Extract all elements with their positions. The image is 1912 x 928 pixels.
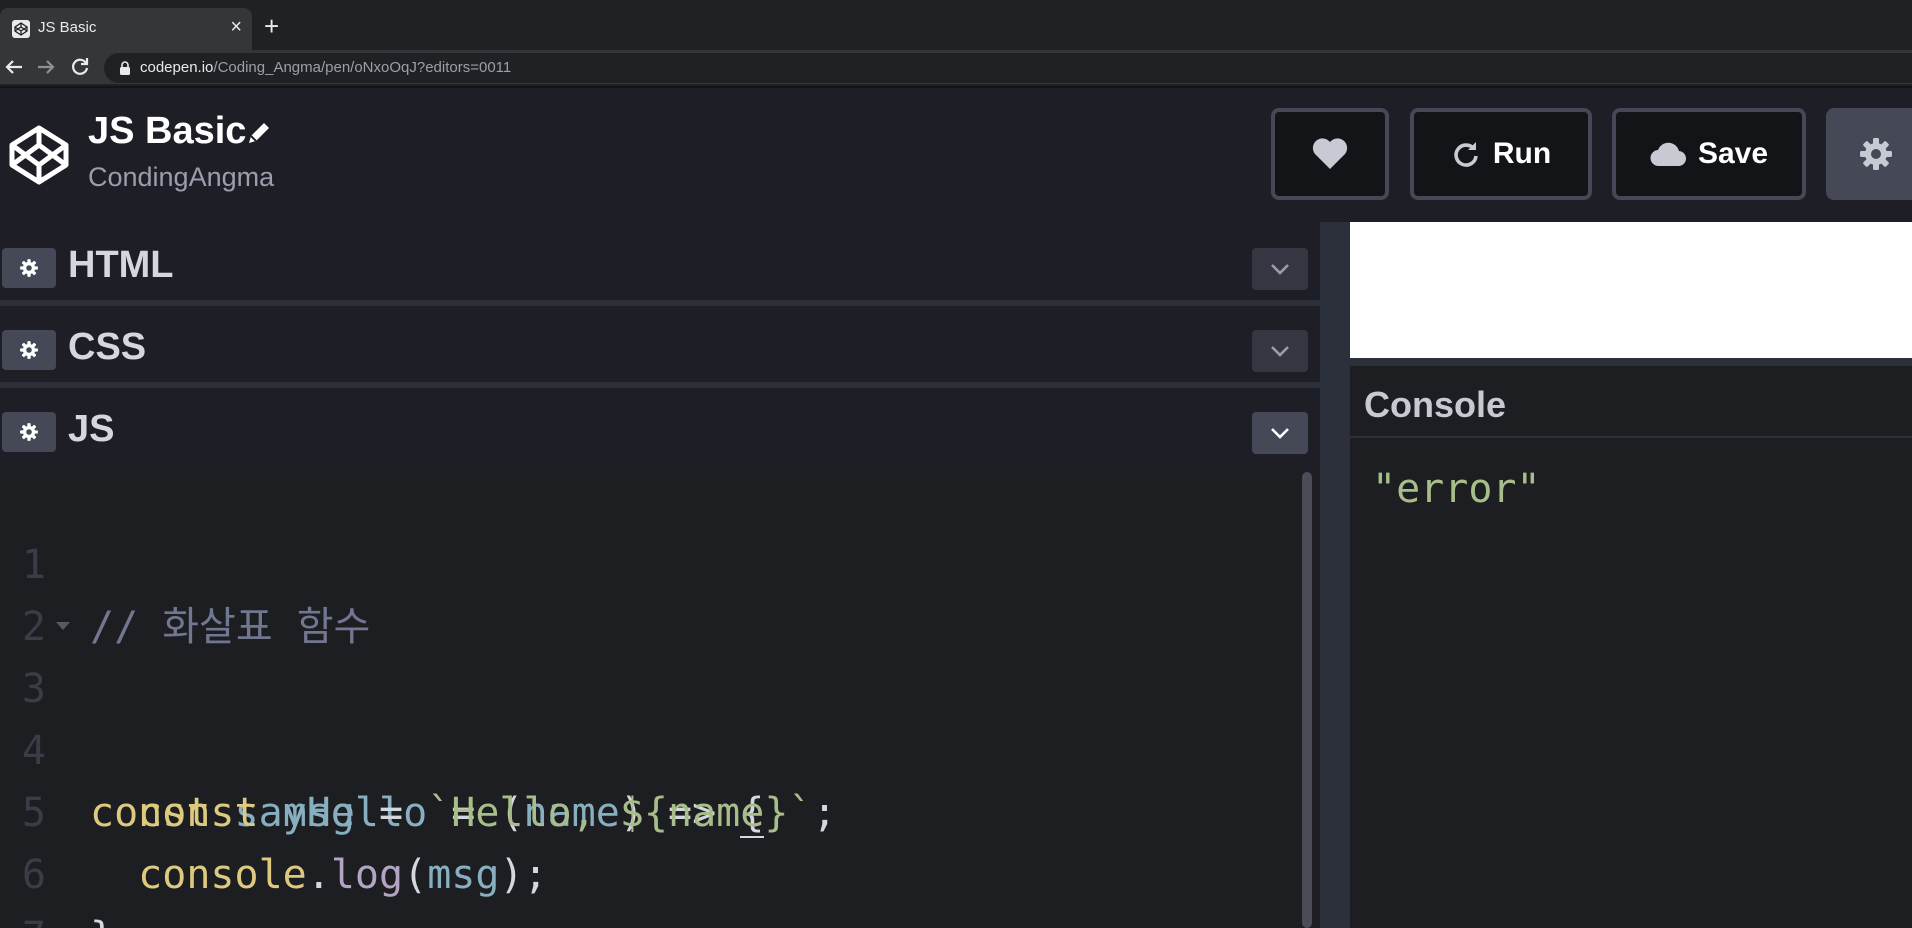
html-settings-button[interactable]: [2, 248, 56, 288]
code-line: 1 // 화살표 함수: [0, 472, 1300, 650]
cloud-icon: [1650, 142, 1686, 167]
heart-button[interactable]: [1271, 108, 1389, 200]
gear-icon: [20, 341, 38, 359]
js-editor-title: JS: [68, 408, 115, 450]
gear-icon: [20, 423, 38, 441]
codepen-favicon-icon: [12, 20, 30, 38]
save-button[interactable]: Save: [1612, 108, 1806, 200]
css-editor-title: CSS: [68, 326, 147, 368]
tab-title: JS Basic: [38, 19, 97, 36]
pen-title: JS Basic: [88, 110, 247, 152]
css-collapse-button[interactable]: [1252, 330, 1308, 372]
back-arrow-icon[interactable]: [2, 55, 26, 79]
code-line: 6 };: [0, 782, 1300, 928]
code-line: 5 console.log(msg);: [0, 720, 1300, 898]
js-collapse-button[interactable]: [1252, 412, 1308, 454]
reload-icon[interactable]: [68, 55, 92, 79]
run-label: Run: [1492, 137, 1552, 170]
run-button[interactable]: Run: [1410, 108, 1592, 200]
forward-arrow-icon[interactable]: [34, 55, 58, 79]
js-settings-button[interactable]: [2, 412, 56, 452]
gear-icon: [20, 259, 38, 277]
new-tab-button[interactable]: +: [264, 13, 279, 39]
browser-tab-strip: JS Basic × +: [0, 0, 1912, 50]
browser-toolbar: codepen.io/Coding_Angma/pen/oNxoOqJ?edit…: [0, 50, 1912, 86]
console-title: Console: [1364, 384, 1507, 425]
code-line: 4 const msg = `Hello, ${name}`;: [0, 658, 1300, 836]
chevron-down-icon: [1271, 264, 1289, 275]
fold-arrow-icon[interactable]: [54, 596, 72, 658]
pane-resizer[interactable]: [1320, 222, 1350, 928]
url-text: codepen.io/Coding_Angma/pen/oNxoOqJ?edit…: [140, 59, 511, 76]
editor-scrollbar[interactable]: [1302, 472, 1312, 928]
codepen-header: JS Basic CondingAngma Run Save: [0, 88, 1912, 222]
console-resize-bar[interactable]: [1350, 358, 1912, 366]
js-editor-header[interactable]: JS: [0, 394, 1320, 464]
settings-button[interactable]: [1826, 108, 1912, 200]
console-output: "error": [1372, 466, 1541, 512]
css-editor-header[interactable]: CSS: [0, 312, 1320, 388]
js-code-editor[interactable]: 1 // 화살표 함수 2 3 const sayHello = (name) …: [0, 468, 1320, 928]
browser-tab[interactable]: JS Basic ×: [0, 8, 252, 50]
result-preview[interactable]: [1350, 222, 1912, 358]
tab-close-button[interactable]: ×: [230, 15, 242, 39]
console-header: Console: [1350, 366, 1912, 438]
html-editor-title: HTML: [68, 244, 174, 286]
lock-icon: [120, 61, 130, 75]
code-line: 3 const sayHello = (name) => {: [0, 596, 1300, 838]
editor-column: HTML CSS JS 1 // 화살표 함수 2 3 const sayHel…: [0, 222, 1320, 928]
css-settings-button[interactable]: [2, 330, 56, 370]
heart-icon: [1312, 138, 1348, 169]
gear-icon: [1860, 138, 1892, 170]
console-panel: Console "error": [1350, 366, 1912, 928]
pen-author[interactable]: CondingAngma: [88, 162, 274, 193]
code-line: 7: [0, 844, 1300, 928]
save-label: Save: [1697, 137, 1769, 170]
chevron-down-icon: [1271, 346, 1289, 357]
codepen-logo[interactable]: [6, 122, 72, 188]
html-collapse-button[interactable]: [1252, 248, 1308, 290]
pencil-icon[interactable]: [244, 118, 274, 148]
url-path: /Coding_Angma/pen/oNxoOqJ?editors=0011: [213, 59, 512, 76]
url-host: codepen.io: [140, 59, 214, 76]
address-bar[interactable]: codepen.io/Coding_Angma/pen/oNxoOqJ?edit…: [104, 53, 1912, 83]
chevron-down-icon: [1271, 428, 1289, 439]
line-number: 7: [0, 906, 46, 928]
run-icon: [1454, 142, 1478, 167]
code-line: 2: [0, 534, 1300, 650]
html-editor-header[interactable]: HTML: [0, 230, 1320, 306]
